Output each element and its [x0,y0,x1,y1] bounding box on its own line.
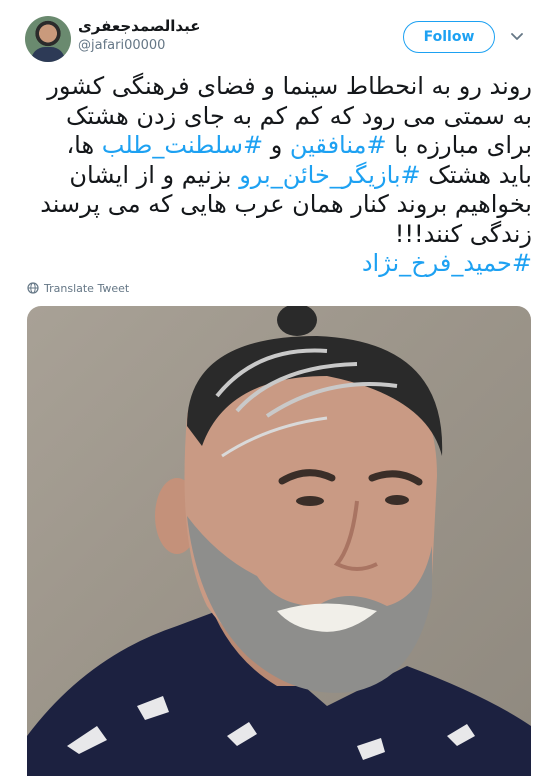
hashtag-link[interactable]: #منافقین [290,131,387,159]
chevron-down-icon[interactable] [510,30,524,44]
hashtag-link[interactable]: #بازیگر_خائن_برو [239,161,420,189]
follow-button[interactable]: Follow [403,21,495,53]
translate-label: Translate Tweet [44,281,130,295]
translate-tweet-link[interactable]: Translate Tweet [27,280,129,296]
avatar[interactable] [25,16,71,62]
author-display-name[interactable]: عبدالصمدجعفری [78,17,208,35]
hashtag-link[interactable]: #حمید_فرخ_نژاد [362,249,532,277]
author-handle[interactable]: @jafari00000 [78,38,165,53]
tweet-text: روند رو به انحطاط سینما و فضای فرهنگی کش… [27,72,532,279]
globe-icon [27,282,39,294]
tweet-header: عبدالصمدجعفری @jafari00000 Follow [0,0,559,70]
tweet-photo[interactable] [27,306,531,776]
photo-illustration [27,306,531,776]
hashtag-link[interactable]: #سلطنت_طلب [102,131,263,159]
tweet-text-segment: و [263,131,290,159]
